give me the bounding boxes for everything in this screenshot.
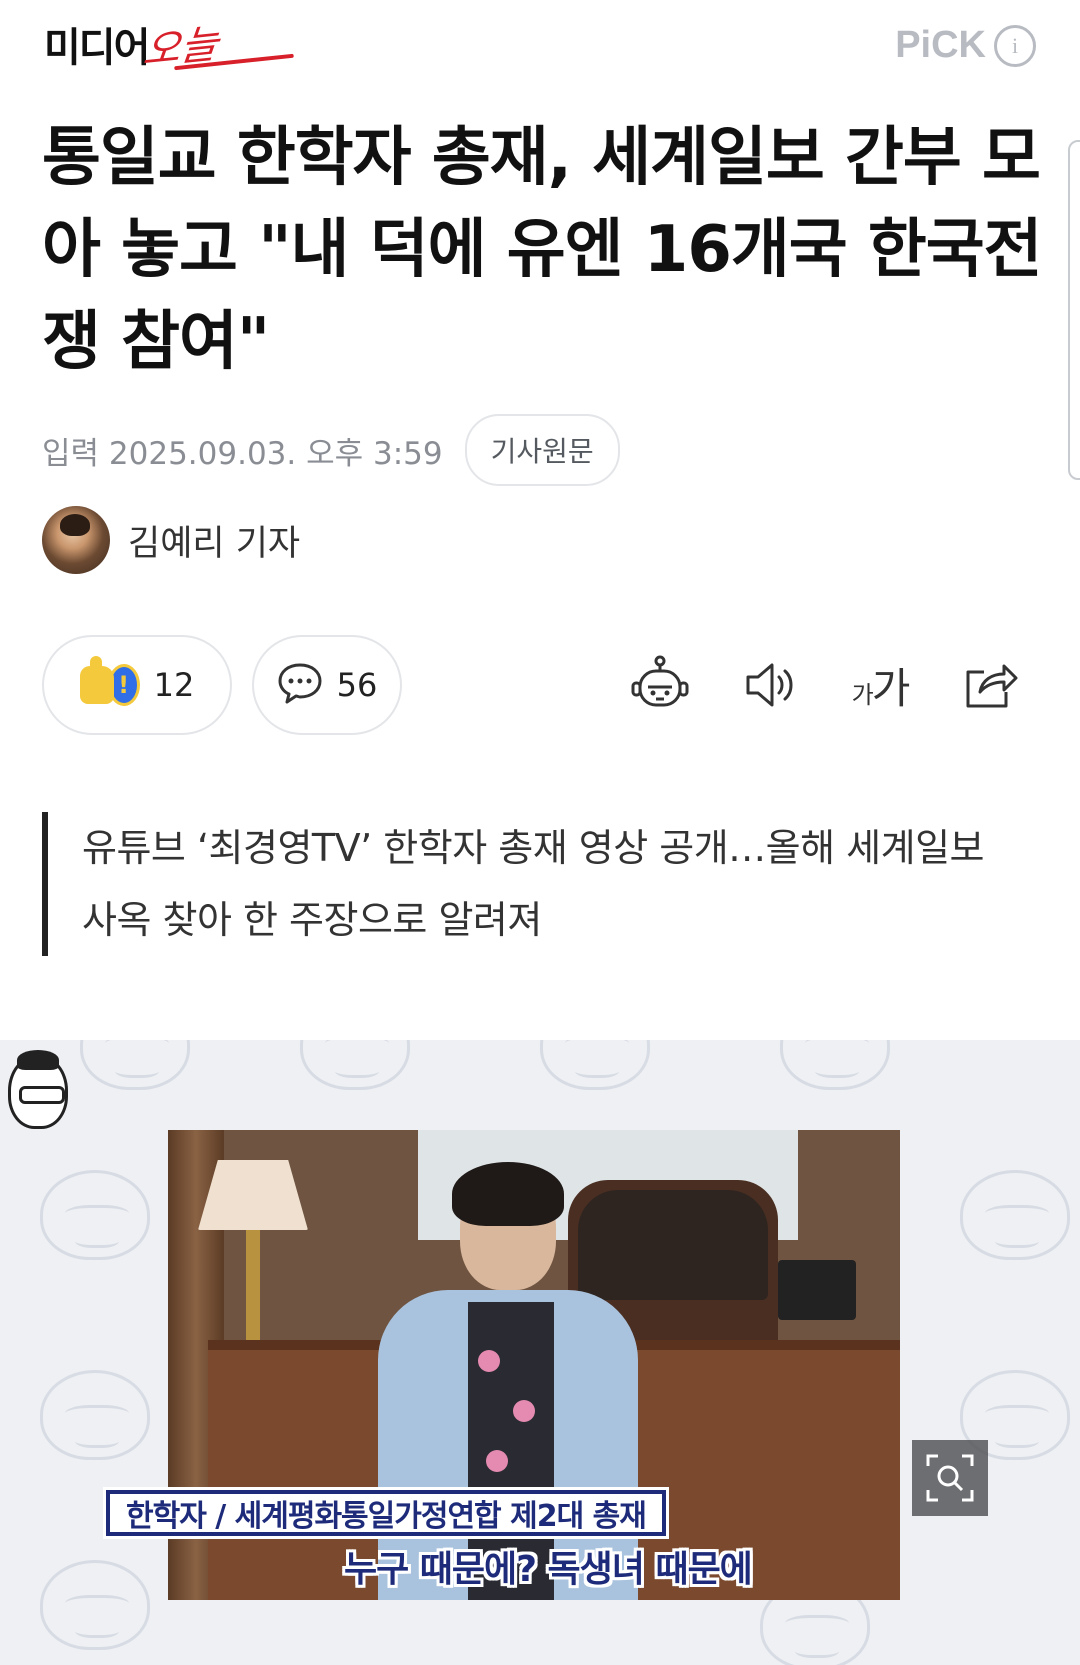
zoom-icon[interactable] (912, 1440, 988, 1516)
original-article-button[interactable]: 기사원문 (464, 414, 620, 486)
article-title: 통일교 한학자 총재, 세계일보 간부 모아 놓고 "내 덕에 유엔 16개국 … (42, 121, 1043, 379)
author-row[interactable]: 김예리 기자 (42, 506, 300, 574)
media-logo[interactable]: 미디어 오늘 (44, 14, 294, 75)
side-drawer-handle[interactable] (1068, 140, 1080, 480)
author-name[interactable]: 김예리 기자 (128, 515, 300, 566)
comment-icon (277, 661, 323, 709)
published-date: 입력 2025.09.03. 오후 3:59 (42, 435, 443, 472)
photo-caption-bottom: 누구 때문에? 독생녀 때문에 (344, 1549, 753, 1590)
person-hair (452, 1162, 564, 1226)
comment-button[interactable]: 56 (252, 635, 402, 735)
lamp-stand (246, 1230, 260, 1350)
article-meta: 입력 2025.09.03. 오후 3:59 기사원문 (42, 414, 620, 486)
pick-label: PiCK (895, 24, 986, 66)
desk-phone (778, 1260, 856, 1320)
channel-logo-cartoon (8, 1050, 68, 1129)
shirt-flower (486, 1450, 508, 1472)
speaker-icon[interactable] (738, 653, 802, 717)
font-size-small-label: 가 (851, 680, 874, 709)
reaction-button[interactable]: ! 12 (42, 635, 232, 735)
top-header: 미디어 오늘 PiCK i (0, 0, 1080, 100)
article-photo[interactable]: 한학자 / 세계평화통일가정연합 제2대 총재 누구 때문에? 독생녀 때문에 (0, 1040, 1080, 1665)
pattern-face (300, 1040, 410, 1090)
pattern-face (40, 1370, 150, 1460)
shirt-flower (478, 1350, 500, 1372)
pick-badge[interactable]: PiCK i (895, 24, 1036, 67)
font-size-large-label: 가 (871, 663, 911, 713)
thumbs-up-icon (79, 656, 114, 704)
share-icon[interactable] (958, 653, 1022, 717)
comment-count: 56 (336, 666, 378, 704)
logo-main-text: 미디어 (44, 25, 150, 71)
font-size-icon[interactable]: 가가 (848, 653, 912, 717)
chair-back (578, 1190, 768, 1300)
robot-summary-icon[interactable] (628, 653, 692, 717)
reaction-emojis: ! (79, 656, 140, 706)
author-avatar[interactable] (42, 506, 110, 574)
pattern-face (80, 1040, 190, 1090)
info-icon[interactable]: i (994, 24, 1036, 67)
reaction-count: 12 (153, 666, 195, 704)
pattern-face (540, 1040, 650, 1090)
pattern-face (40, 1170, 150, 1260)
action-bar: ! 12 56 가가 (42, 635, 1038, 735)
article-summary: 유튜브 ‘최경영TV’ 한학자 총재 영상 공개…올해 세계일보 사옥 찾아 한… (42, 812, 1002, 956)
pattern-face (780, 1040, 890, 1090)
shirt-flower (513, 1400, 535, 1422)
pattern-face (40, 1560, 150, 1650)
photo-caption-top: 한학자 / 세계평화통일가정연합 제2대 총재 (106, 1490, 666, 1536)
pattern-face (960, 1170, 1070, 1260)
